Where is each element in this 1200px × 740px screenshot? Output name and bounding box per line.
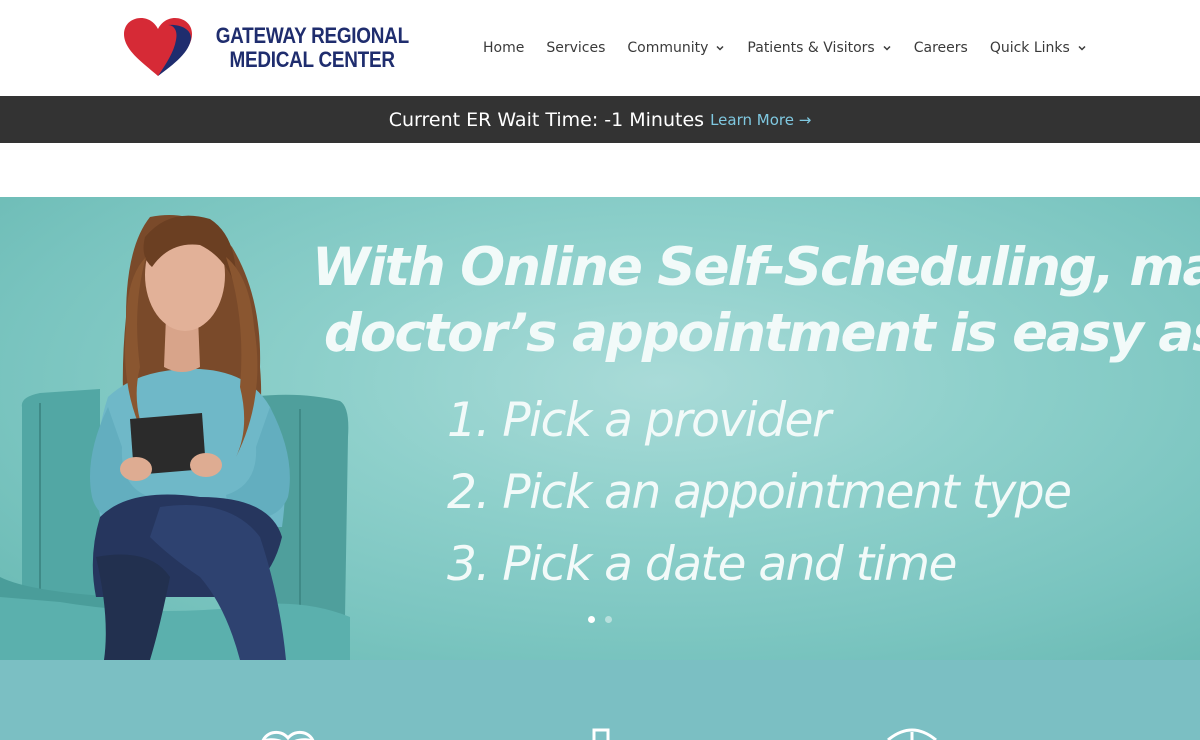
site-logo[interactable]: GATEWAY REGIONAL MEDICAL CENTER bbox=[122, 16, 409, 80]
hero-step: 1. Pick a provider bbox=[447, 393, 831, 448]
logo-wordmark: GATEWAY REGIONAL MEDICAL CENTER bbox=[200, 24, 425, 72]
slide-dot-1[interactable] bbox=[588, 616, 595, 623]
chevron-down-icon bbox=[716, 45, 724, 51]
nav-label: Quick Links bbox=[989, 40, 1070, 56]
nav-label: Services bbox=[546, 40, 606, 56]
heart-icon[interactable] bbox=[256, 726, 320, 740]
hero-headline: With Online Self-Scheduling, making a do… bbox=[312, 235, 1200, 367]
nav-label: Community bbox=[627, 40, 709, 56]
site-header: GATEWAY REGIONAL MEDICAL CENTER Home Ser… bbox=[0, 0, 1200, 96]
er-wait-time-bar: Current ER Wait Time: -1 Minutes Learn M… bbox=[0, 96, 1200, 143]
nav-item-services[interactable]: Services bbox=[546, 40, 605, 56]
nav-label: Careers bbox=[913, 40, 968, 56]
nav-item-patients-visitors[interactable]: Patients & Visitors bbox=[747, 40, 891, 56]
logo-name-line1: GATEWAY REGIONAL bbox=[215, 23, 409, 48]
feature-icons-band bbox=[0, 660, 1200, 740]
nav-label: Home bbox=[483, 40, 525, 56]
hero-steps-list: 1. Pick a provider 2. Pick an appointmen… bbox=[447, 385, 1072, 601]
er-wait-time-text: Current ER Wait Time: -1 Minutes bbox=[388, 108, 705, 131]
hero-step: 2. Pick an appointment type bbox=[447, 465, 1072, 520]
hero-headline-line1: With Online Self-Scheduling, making a bbox=[312, 237, 1200, 298]
logo-name-line2: MEDICAL CENTER bbox=[229, 47, 396, 72]
chevron-down-icon bbox=[883, 45, 891, 51]
nav-item-home[interactable]: Home bbox=[483, 40, 524, 56]
nav-item-community[interactable]: Community bbox=[627, 40, 725, 56]
clock-icon[interactable] bbox=[884, 726, 940, 740]
nav-label: Patients & Visitors bbox=[747, 40, 875, 56]
hero-step: 3. Pick a date and time bbox=[447, 537, 957, 592]
learn-more-link[interactable]: Learn More → bbox=[710, 111, 811, 129]
chevron-down-icon bbox=[1078, 45, 1086, 51]
slide-dot-2[interactable] bbox=[605, 616, 612, 623]
heart-logo-icon bbox=[124, 18, 192, 76]
nav-item-quick-links[interactable]: Quick Links bbox=[990, 40, 1087, 56]
hero-headline-line2: doctor’s appointment is easy as 1-2-3 bbox=[324, 303, 1200, 364]
main-nav: Home Services Community Patients & Visit… bbox=[483, 37, 1087, 59]
building-icon[interactable] bbox=[590, 728, 612, 740]
nav-item-careers[interactable]: Careers bbox=[914, 40, 968, 56]
slider-pagination bbox=[588, 616, 622, 623]
hero-slider: With Online Self-Scheduling, making a do… bbox=[0, 197, 1200, 660]
